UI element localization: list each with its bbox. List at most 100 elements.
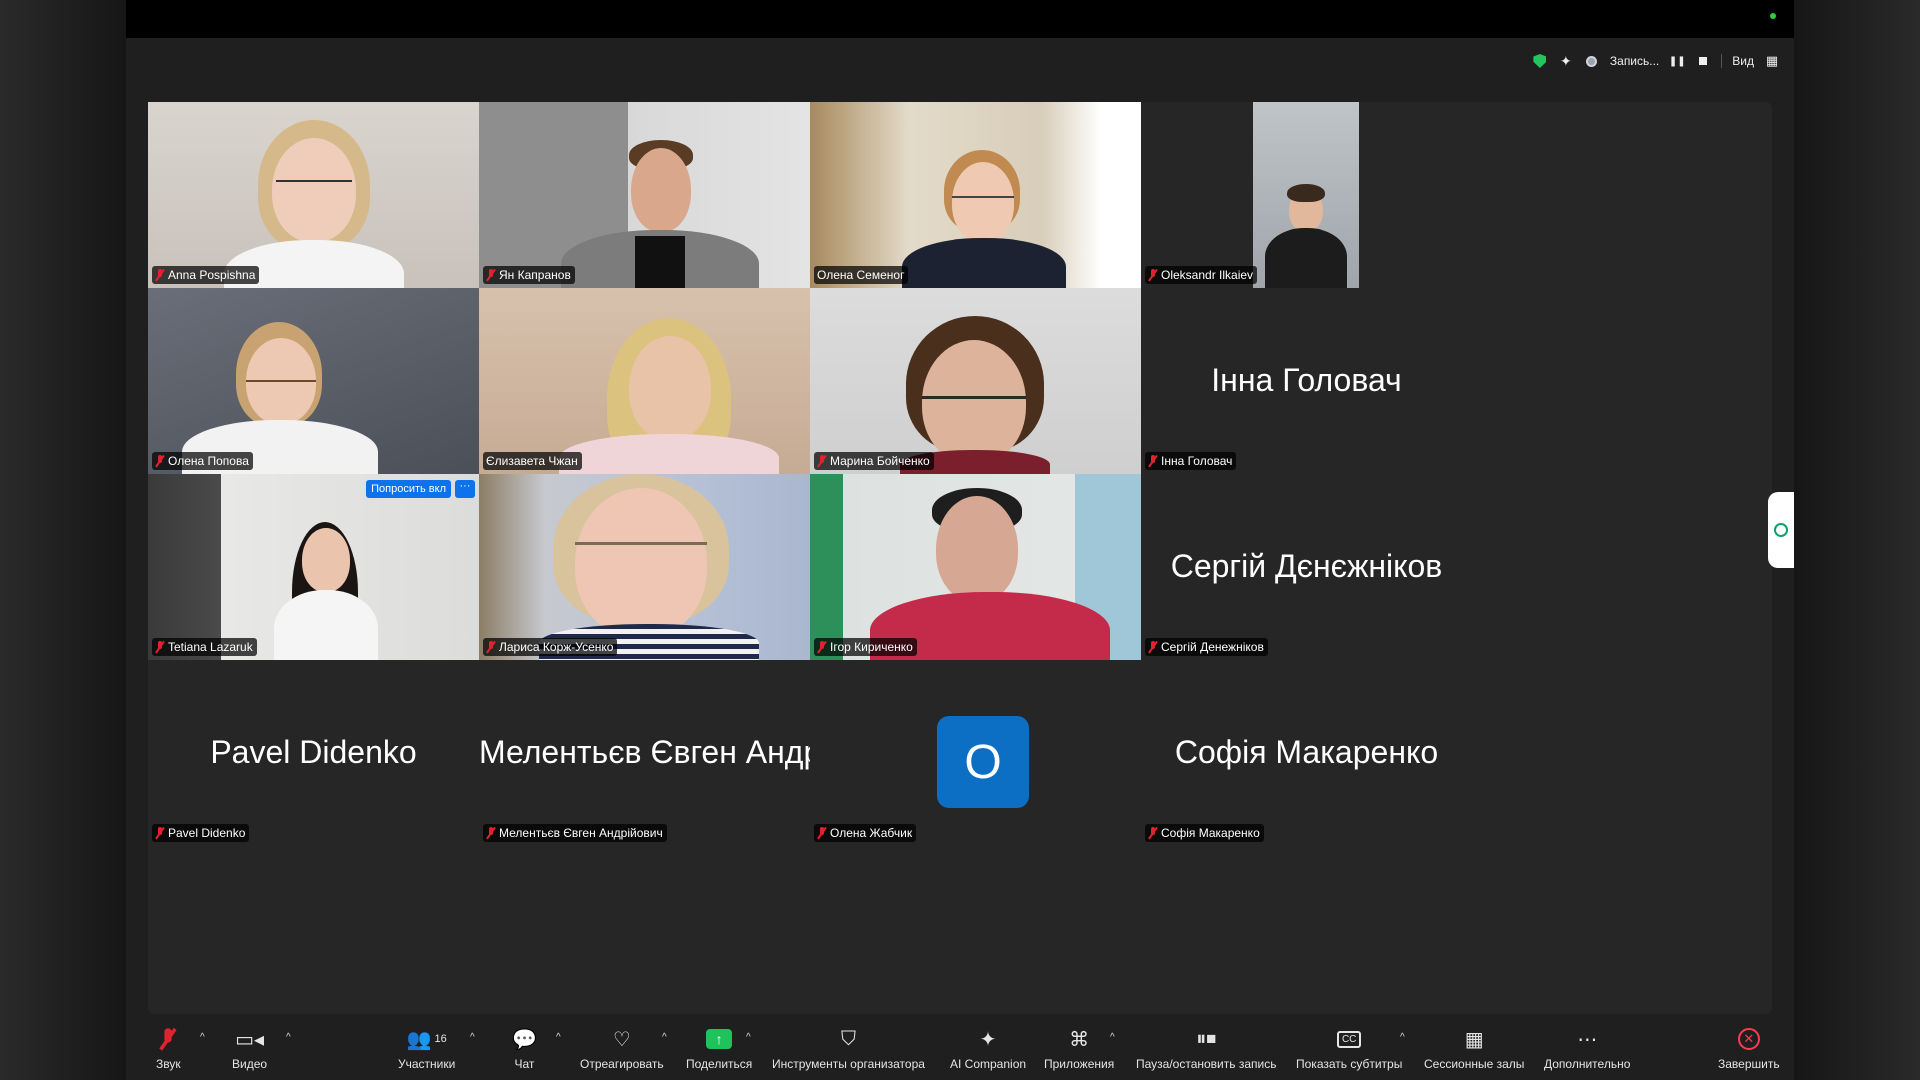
- participant-name: Мелентьєв Євген Андрійович: [499, 826, 663, 840]
- react-options-caret[interactable]: ^: [662, 1032, 667, 1043]
- video-button[interactable]: ▭◂ Видео: [232, 1024, 268, 1072]
- participant-name: Олена Семеног: [817, 268, 905, 282]
- avatar-tile-olena-zhabchyk[interactable]: О Олена Жабчик: [810, 660, 1141, 846]
- audio-button[interactable]: Звук: [156, 1024, 181, 1071]
- chat-button[interactable]: 💬 Чат: [512, 1024, 537, 1072]
- participant-name: Anna Pospishna: [168, 268, 256, 282]
- apps-button[interactable]: ⌘ Приложения: [1044, 1024, 1115, 1072]
- captions-button[interactable]: CC Показать субтитры: [1296, 1024, 1402, 1071]
- mic-off-icon: [817, 827, 827, 839]
- apps-options-caret[interactable]: ^: [1110, 1032, 1115, 1043]
- camera-indicator-icon: [1770, 13, 1776, 19]
- participants-count: 16: [434, 1033, 447, 1045]
- nameplate: Софія Макаренко: [1145, 824, 1264, 842]
- name-tile-pavel[interactable]: Pavel Didenko Pavel Didenko: [148, 660, 479, 846]
- react-button[interactable]: ♡ Отреагировать: [580, 1024, 664, 1072]
- nameplate: Олена Жабчик: [814, 824, 917, 842]
- mic-off-icon: [1148, 455, 1158, 467]
- pause-icon[interactable]: ❚❚: [1669, 53, 1686, 69]
- video-tile-elizaveta-active-speaker[interactable]: Єлизавета Чжан: [479, 288, 810, 474]
- window-title-bar: [126, 0, 1794, 38]
- participant-name: Ян Капранов: [499, 268, 571, 282]
- apps-label: Приложения: [1044, 1057, 1115, 1071]
- pause-stop-record-icon: ⏸⏹: [1196, 1027, 1217, 1050]
- video-label: Видео: [232, 1057, 268, 1071]
- nameplate: Tetiana Lazaruk: [152, 638, 257, 656]
- breakout-icon: ▦: [1464, 1028, 1484, 1051]
- participant-name: Ігор Кириченко: [830, 640, 913, 654]
- mic-off-icon: [1148, 827, 1158, 839]
- apps-icon: ⌘: [1069, 1028, 1090, 1051]
- chat-options-caret[interactable]: ^: [556, 1032, 561, 1043]
- video-tile-olena-popova[interactable]: Олена Попова: [148, 288, 479, 474]
- mic-off-icon: [155, 827, 165, 839]
- end-meeting-button[interactable]: ✕ Завершить: [1718, 1024, 1780, 1071]
- gallery-grid: Anna Pospishna Ян Капранов Олена Семеног: [148, 102, 1772, 1014]
- breakout-label: Сессионные залы: [1424, 1057, 1525, 1071]
- participant-name: Софія Макаренко: [1161, 826, 1260, 840]
- name-tile-inna[interactable]: Інна Головач Інна Головач: [1141, 288, 1472, 474]
- video-tile-tetiana[interactable]: Попросить вкл ··· Tetiana Lazaruk: [148, 474, 479, 660]
- nameplate: Інна Головач: [1145, 452, 1237, 470]
- zoom-meeting-window: ✦ Запись... ❚❚ Вид ▦ Anna Pospishna Ян К…: [126, 0, 1794, 1080]
- participants-icon: 👥 16: [406, 1028, 447, 1051]
- more-icon: ⋯: [1577, 1028, 1598, 1051]
- share-button[interactable]: ↑ Поделиться: [686, 1024, 752, 1071]
- meeting-status-bar: ✦ Запись... ❚❚ Вид ▦: [1532, 50, 1780, 72]
- video-tile-yan[interactable]: Ян Капранов: [479, 102, 810, 288]
- participants-button[interactable]: 👥 16 Участники: [398, 1024, 455, 1072]
- mic-off-icon: [163, 1024, 173, 1054]
- nameplate: Oleksandr Ilkaiev: [1145, 266, 1258, 284]
- ai-companion-button[interactable]: ✦ AI Companion: [950, 1024, 1026, 1072]
- participant-big-name: Pavel Didenko: [210, 734, 417, 770]
- view-label[interactable]: Вид: [1732, 54, 1754, 68]
- participant-name: Олена Жабчик: [830, 826, 913, 840]
- video-tile-oleksandr[interactable]: Oleksandr Ilkaiev: [1141, 102, 1472, 288]
- share-label: Поделиться: [686, 1057, 753, 1071]
- video-tile-olena-semenog[interactable]: Олена Семеног: [810, 102, 1141, 288]
- participant-name: Oleksandr Ilkaiev: [1161, 268, 1254, 282]
- breakout-rooms-button[interactable]: ▦ Сессионные залы: [1424, 1024, 1525, 1072]
- nameplate: Мелентьєв Євген Андрійович: [483, 824, 667, 842]
- video-tile-igor[interactable]: Ігор Кириченко: [810, 474, 1141, 660]
- mic-off-icon: [1148, 641, 1158, 653]
- name-tile-melentiev[interactable]: Мелентьєв Євген Андр... Мелентьєв Євген …: [479, 660, 810, 846]
- nameplate: Лариса Корж-Усенко: [483, 638, 618, 656]
- blurred-backdrop-left: [0, 0, 126, 1080]
- mic-off-icon: [155, 455, 165, 467]
- video-tile-anna[interactable]: Anna Pospishna: [148, 102, 479, 288]
- name-tile-sofiia[interactable]: Софія Макаренко Софія Макаренко: [1141, 660, 1472, 846]
- stop-icon[interactable]: [1695, 53, 1711, 69]
- react-label: Отреагировать: [580, 1057, 664, 1071]
- video-icon: ▭◂: [235, 1028, 264, 1051]
- share-options-caret[interactable]: ^: [746, 1032, 751, 1043]
- participant-big-name: Мелентьєв Євген Андр...: [479, 734, 810, 770]
- participants-options-caret[interactable]: ^: [470, 1032, 475, 1043]
- participant-big-name: Софія Макаренко: [1174, 734, 1439, 770]
- grid-view-icon[interactable]: ▦: [1764, 53, 1780, 69]
- chat-label: Чат: [514, 1057, 535, 1071]
- captions-options-caret[interactable]: ^: [1400, 1032, 1405, 1043]
- screen: ✦ Запись... ❚❚ Вид ▦ Anna Pospishna Ян К…: [0, 0, 1920, 1080]
- audio-options-caret[interactable]: ^: [200, 1032, 205, 1043]
- video-options-caret[interactable]: ^: [286, 1032, 291, 1043]
- video-tile-maryna[interactable]: Марина Бойченко: [810, 288, 1141, 474]
- video-tile-larysa[interactable]: Лариса Корж-Усенко: [479, 474, 810, 660]
- participant-name: Tetiana Lazaruk: [168, 640, 253, 654]
- cc-icon: CC: [1336, 1024, 1362, 1054]
- more-label: Дополнительно: [1544, 1057, 1631, 1071]
- shield-icon[interactable]: [1532, 53, 1548, 69]
- sparkle-icon[interactable]: ✦: [1558, 53, 1574, 69]
- tile-more-button[interactable]: ···: [455, 480, 475, 498]
- host-tools-button[interactable]: ⛉ Инструменты организатора: [772, 1024, 925, 1072]
- more-button[interactable]: ⋯ Дополнительно: [1544, 1024, 1631, 1072]
- nameplate: Ігор Кириченко: [814, 638, 917, 656]
- share-icon: ↑: [706, 1024, 733, 1054]
- participant-name: Сергій Денежніков: [1161, 640, 1264, 654]
- participant-name: Pavel Didenko: [168, 826, 246, 840]
- nameplate: Олена Попова: [152, 452, 253, 470]
- pause-stop-record-button[interactable]: ⏸⏹ Пауза/остановить запись: [1136, 1024, 1276, 1072]
- side-panel-tab[interactable]: [1768, 492, 1794, 568]
- ask-to-start-video-button[interactable]: Попросить вкл: [366, 480, 451, 498]
- name-tile-serhii[interactable]: Сергій Дєнєжніков Сергій Денежніков: [1141, 474, 1472, 660]
